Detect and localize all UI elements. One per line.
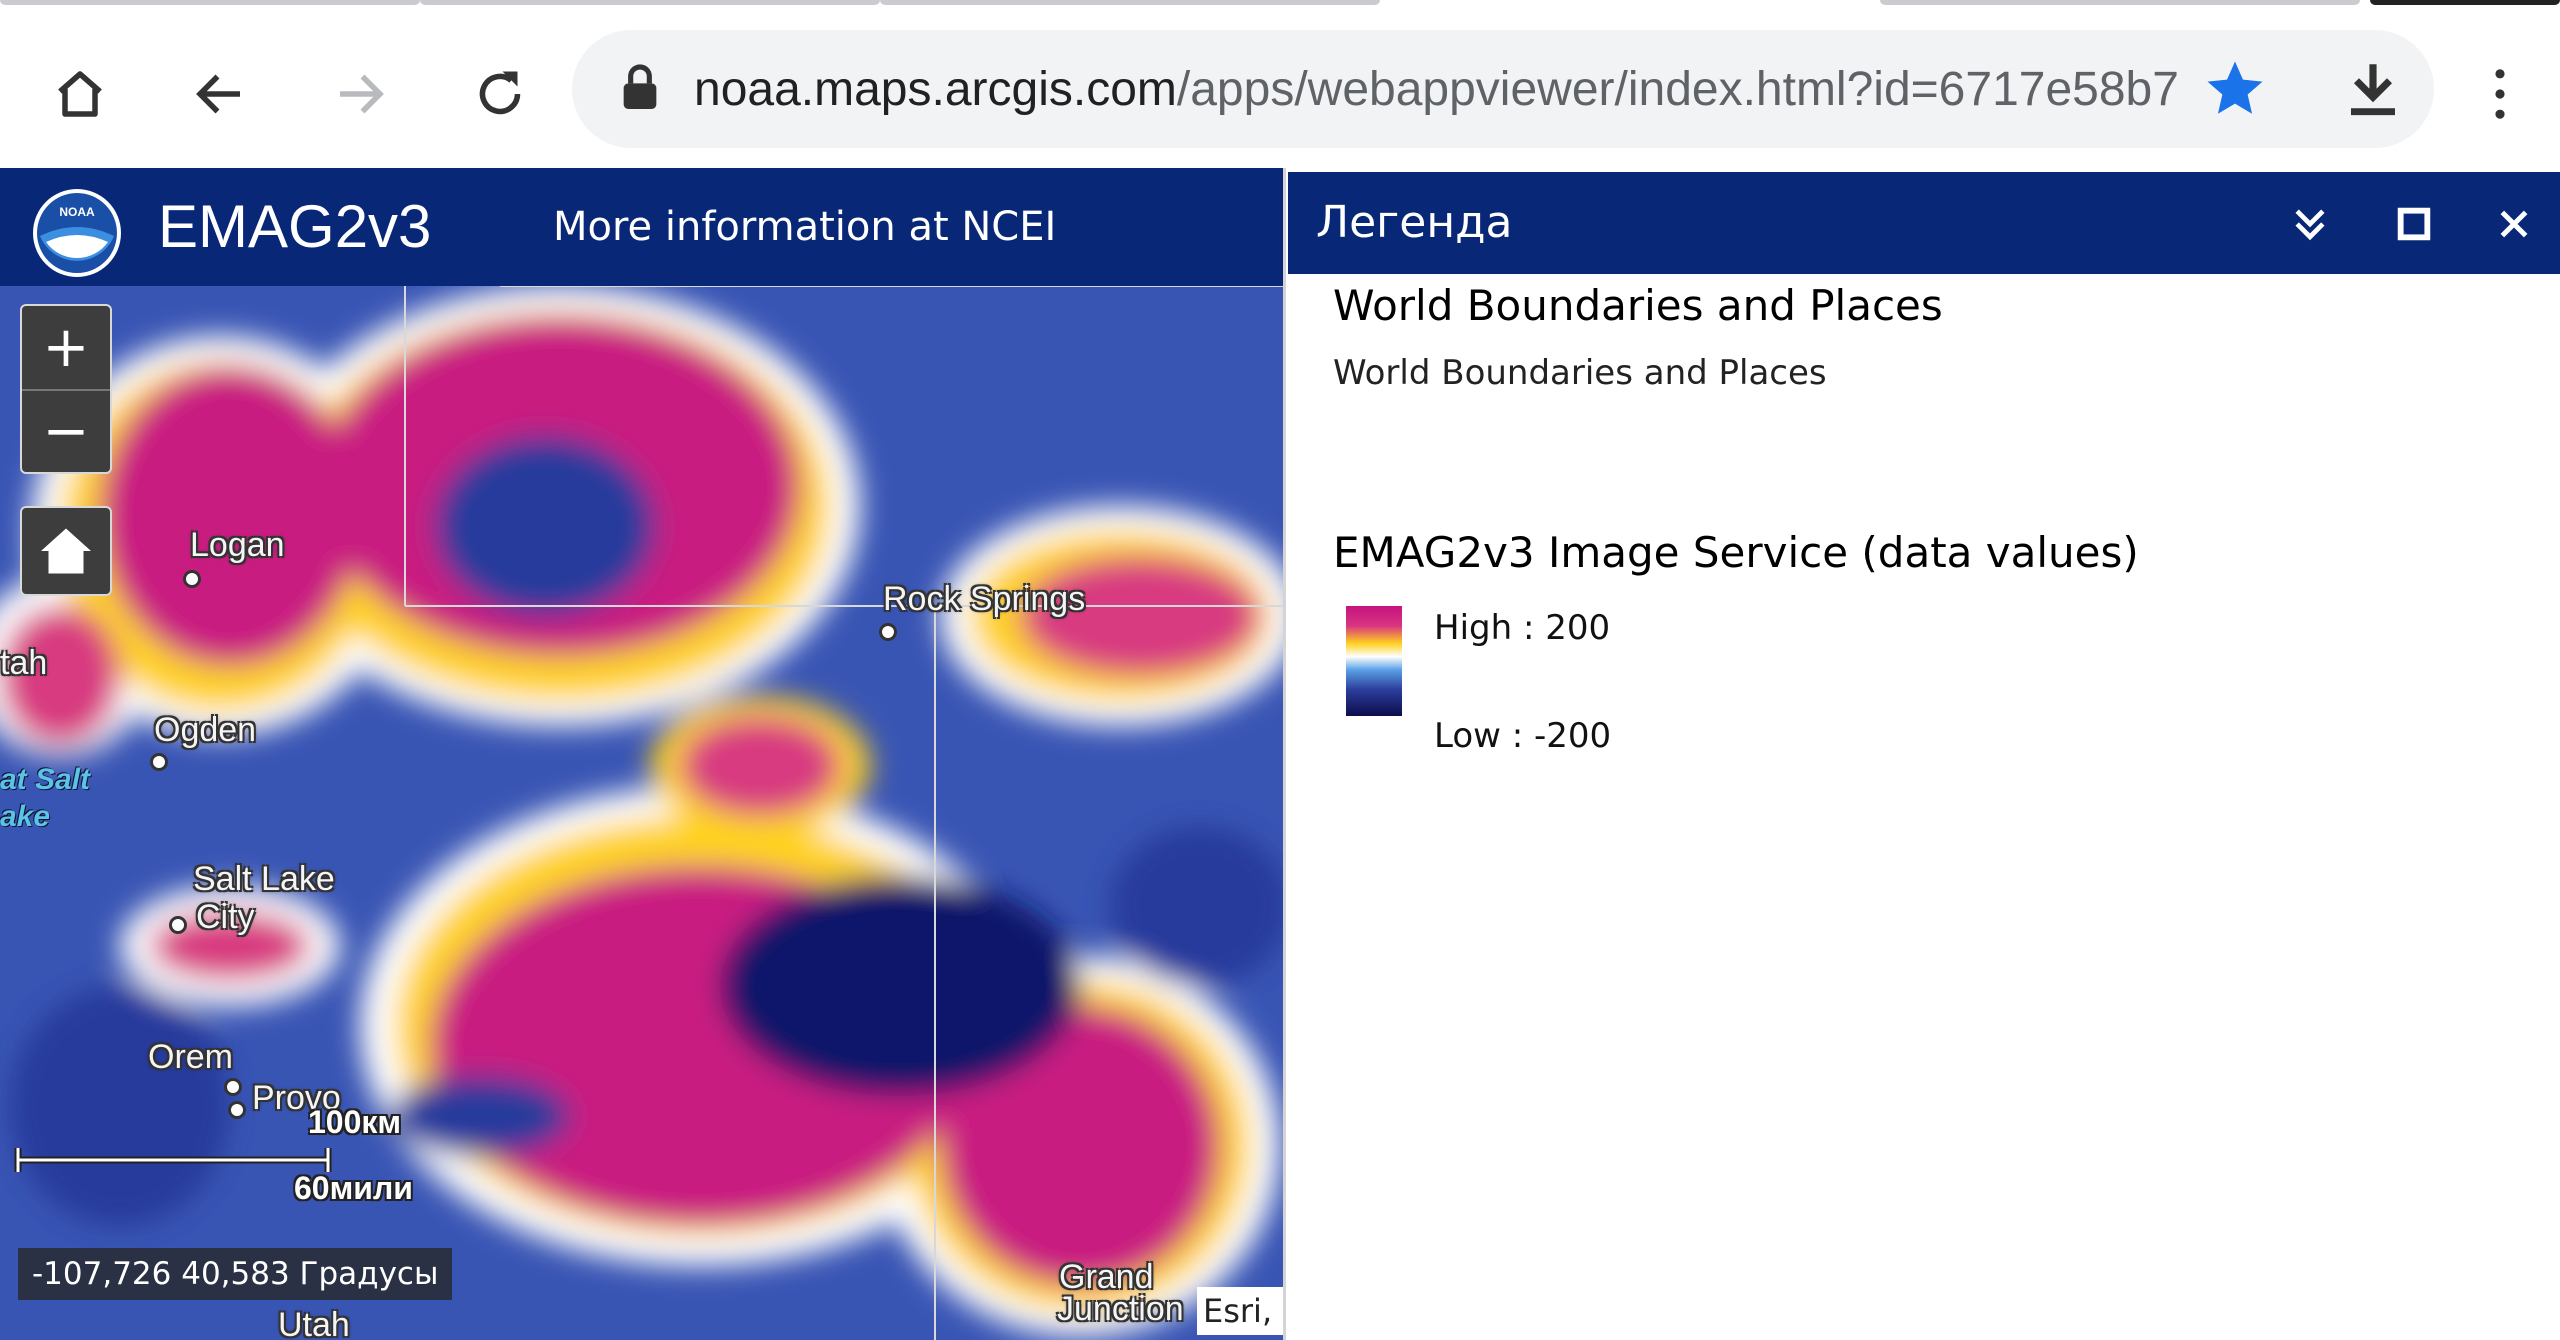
color-ramp-swatch <box>1346 606 1402 716</box>
legend-low-label: Low : -200 <box>1434 716 1612 756</box>
lock-icon[interactable] <box>612 60 668 116</box>
legend-layer-title: EMAG2v3 Image Service (data values) <box>1333 528 2139 577</box>
tab-strip <box>0 0 2560 8</box>
app-header: NOAA EMAG2v3 More information at NCEI <box>0 168 1283 286</box>
place-marker <box>169 916 187 934</box>
app-title: EMAG2v3 <box>158 193 432 260</box>
place-marker <box>879 623 897 641</box>
web-app: NOAA EMAG2v3 More information at NCEI + … <box>0 168 2560 1340</box>
maximize-icon <box>2397 207 2431 241</box>
noaa-logo: NOAA <box>33 189 121 277</box>
place-label: Utah <box>278 1306 350 1340</box>
place-label: Ogden <box>154 711 257 749</box>
tab[interactable] <box>1880 0 2360 5</box>
map-view[interactable]: NOAA EMAG2v3 More information at NCEI + … <box>0 168 1283 1340</box>
scale-bar-line <box>14 1148 332 1172</box>
zoom-control: + − <box>20 304 112 474</box>
home-icon <box>41 528 91 574</box>
url-text[interactable]: noaa.maps.arcgis.com/apps/webappviewer/i… <box>694 60 2249 120</box>
place-label: City <box>196 898 255 936</box>
tab[interactable] <box>880 0 1380 5</box>
place-label: Orem <box>148 1038 233 1076</box>
legend-high-label: High : 200 <box>1434 608 1611 648</box>
reload-button[interactable] <box>450 44 550 144</box>
more-vert-icon <box>2495 69 2505 119</box>
place-marker <box>183 570 201 588</box>
place-marker <box>224 1078 242 1096</box>
maximize-button[interactable] <box>2384 194 2444 254</box>
svg-text:NOAA: NOAA <box>59 205 95 219</box>
place-label: Junction <box>1057 1290 1184 1328</box>
url-host: noaa.maps.arcgis.com <box>694 63 1177 116</box>
legend-layer-sublabel: World Boundaries and Places <box>1333 353 1827 393</box>
plus-icon: + <box>42 314 90 380</box>
reload-icon <box>479 71 521 115</box>
zoom-out-button[interactable]: − <box>22 390 110 473</box>
star-icon[interactable] <box>2202 56 2268 122</box>
forward-arrow-icon <box>340 74 384 114</box>
scale-km-label: 100км <box>308 1104 402 1140</box>
download-icon[interactable] <box>2340 56 2406 122</box>
forward-button[interactable] <box>310 44 410 144</box>
home-button[interactable] <box>30 44 130 144</box>
legend-layer-title: World Boundaries and Places <box>1333 281 1943 330</box>
tab[interactable] <box>0 0 420 5</box>
coordinates-readout: -107,726 40,583 Градусы <box>18 1248 453 1300</box>
place-marker <box>150 753 168 771</box>
default-extent-button[interactable] <box>20 506 112 596</box>
tab[interactable] <box>2370 0 2560 5</box>
double-chevron-down-icon <box>2295 209 2325 241</box>
legend-panel: Легенда World Boundaries and Places Worl… <box>1283 168 2560 1340</box>
ncei-info-link[interactable]: More information at NCEI <box>553 194 1056 260</box>
home-icon <box>58 71 102 117</box>
place-label: Rock Springs <box>883 580 1086 618</box>
back-button[interactable] <box>170 44 270 144</box>
url-path: /apps/webappviewer/index.html?id=6717e58… <box>1176 63 2179 116</box>
water-label: ake <box>0 800 51 833</box>
tab[interactable] <box>420 0 880 5</box>
place-label: tah <box>0 644 48 682</box>
place-label: Salt Lake <box>193 860 335 898</box>
browser-toolbar: noaa.maps.arcgis.com/apps/webappviewer/i… <box>0 8 2560 168</box>
address-bar[interactable]: noaa.maps.arcgis.com/apps/webappviewer/i… <box>572 30 2434 148</box>
close-icon <box>2500 210 2528 238</box>
attribution[interactable]: Esri, <box>1197 1287 1283 1335</box>
collapse-button[interactable] <box>2280 194 2340 254</box>
scale-mi-label: 60мили <box>294 1170 413 1206</box>
back-arrow-icon <box>196 74 240 114</box>
legend-panel-header: Легенда <box>1288 172 2560 274</box>
more-menu-button[interactable] <box>2460 44 2540 144</box>
place-marker <box>228 1101 246 1119</box>
close-button[interactable] <box>2484 194 2544 254</box>
place-label: Logan <box>190 526 285 564</box>
zoom-in-button[interactable]: + <box>22 306 110 391</box>
water-label: at Salt <box>0 763 91 796</box>
scale-bar: 100км 60мили <box>14 1104 434 1210</box>
minus-icon: − <box>42 398 90 464</box>
legend-title: Легенда <box>1316 197 1513 248</box>
